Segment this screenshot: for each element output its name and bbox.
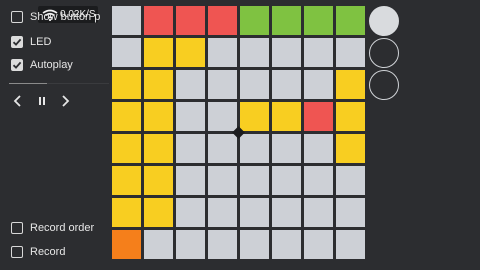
pad-r8-c3[interactable]: [176, 230, 205, 259]
pad-r4-c2[interactable]: [144, 102, 173, 131]
pad-r3-c7[interactable]: [304, 70, 333, 99]
pad-r2-c4[interactable]: [208, 38, 237, 67]
pad-r6-c8[interactable]: [336, 166, 365, 195]
pad-r5-c1[interactable]: [112, 134, 141, 163]
pad-r7-c2[interactable]: [144, 198, 173, 227]
pad-r4-c6[interactable]: [272, 102, 301, 131]
pad-r5-c8[interactable]: [336, 134, 365, 163]
pad-r6-c1[interactable]: [112, 166, 141, 195]
pad-r1-c4[interactable]: [208, 6, 237, 35]
pad-r3-c3[interactable]: [176, 70, 205, 99]
pad-r8-c6[interactable]: [272, 230, 301, 259]
pad-r2-c1[interactable]: [112, 38, 141, 67]
pad-r3-c6[interactable]: [272, 70, 301, 99]
led-checkbox[interactable]: [11, 36, 23, 48]
pad-r6-c5[interactable]: [240, 166, 269, 195]
pause-icon: [39, 97, 45, 105]
pad-r5-c3[interactable]: [176, 134, 205, 163]
autoplay-option[interactable]: Autoplay: [11, 59, 73, 71]
pad-r6-c2[interactable]: [144, 166, 173, 195]
previous-button[interactable]: [11, 94, 25, 108]
pad-r8-c5[interactable]: [240, 230, 269, 259]
pad-r1-c7[interactable]: [304, 6, 333, 35]
pad-r2-c3[interactable]: [176, 38, 205, 67]
pad-r4-c3[interactable]: [176, 102, 205, 131]
pad-r2-c6[interactable]: [272, 38, 301, 67]
record-order-label: Record order: [30, 222, 95, 234]
pad-r7-c6[interactable]: [272, 198, 301, 227]
checkmark-icon: [12, 38, 22, 46]
show-button-press-checkbox[interactable]: [11, 11, 23, 23]
chevron-left-icon: [13, 95, 21, 107]
pad-r8-c7[interactable]: [304, 230, 333, 259]
autoplay-label: Autoplay: [30, 59, 73, 71]
pad-r7-c1[interactable]: [112, 198, 141, 227]
record-order-checkbox[interactable]: [11, 222, 23, 234]
pad-r3-c1[interactable]: [112, 70, 141, 99]
pad-r1-c8[interactable]: [336, 6, 365, 35]
pad-r7-c8[interactable]: [336, 198, 365, 227]
pad-r4-c8[interactable]: [336, 102, 365, 131]
pad-r5-c4[interactable]: [208, 134, 237, 163]
pad-r7-c7[interactable]: [304, 198, 333, 227]
pad-r1-c6[interactable]: [272, 6, 301, 35]
side-round-button-3[interactable]: [369, 70, 399, 100]
pad-r5-c6[interactable]: [272, 134, 301, 163]
pad-r6-c6[interactable]: [272, 166, 301, 195]
pad-r3-c5[interactable]: [240, 70, 269, 99]
pad-r6-c4[interactable]: [208, 166, 237, 195]
pad-r1-c5[interactable]: [240, 6, 269, 35]
pad-r8-c2[interactable]: [144, 230, 173, 259]
pad-r4-c1[interactable]: [112, 102, 141, 131]
pad-r3-c4[interactable]: [208, 70, 237, 99]
chevron-right-icon: [62, 95, 70, 107]
pad-r2-c8[interactable]: [336, 38, 365, 67]
pad-r1-c2[interactable]: [144, 6, 173, 35]
pad-r4-c4[interactable]: [208, 102, 237, 131]
show-button-press-option[interactable]: Show button press: [11, 11, 100, 23]
playback-progress-fill: [9, 83, 47, 84]
show-button-press-label: Show button press: [30, 11, 100, 23]
playback-progress-bar[interactable]: [9, 83, 109, 84]
pad-r2-c5[interactable]: [240, 38, 269, 67]
pad-r1-c1[interactable]: [112, 6, 141, 35]
pad-r6-c3[interactable]: [176, 166, 205, 195]
side-round-button-2[interactable]: [369, 38, 399, 68]
pad-r8-c8[interactable]: [336, 230, 365, 259]
pad-r2-c7[interactable]: [304, 38, 333, 67]
pad-r6-c7[interactable]: [304, 166, 333, 195]
record-label: Record: [30, 246, 66, 258]
record-option[interactable]: Record: [11, 246, 65, 258]
record-checkbox[interactable]: [11, 246, 23, 258]
pad-r3-c2[interactable]: [144, 70, 173, 99]
led-option[interactable]: LED: [11, 36, 51, 48]
pad-r4-c5[interactable]: [240, 102, 269, 131]
pad-r3-c8[interactable]: [336, 70, 365, 99]
pause-button[interactable]: [35, 94, 49, 108]
pad-r1-c3[interactable]: [176, 6, 205, 35]
pad-r7-c3[interactable]: [176, 198, 205, 227]
side-round-button-1[interactable]: [369, 6, 399, 36]
pad-r7-c5[interactable]: [240, 198, 269, 227]
autoplay-checkbox[interactable]: [11, 59, 23, 71]
checkmark-icon: [12, 61, 22, 69]
next-button[interactable]: [58, 94, 72, 108]
pad-r5-c7[interactable]: [304, 134, 333, 163]
pad-r5-c2[interactable]: [144, 134, 173, 163]
pad-r8-c4[interactable]: [208, 230, 237, 259]
pad-r8-c1[interactable]: [112, 230, 141, 259]
pad-r2-c2[interactable]: [144, 38, 173, 67]
record-order-option[interactable]: Record order: [11, 222, 94, 234]
pad-r7-c4[interactable]: [208, 198, 237, 227]
pad-r5-c5[interactable]: [240, 134, 269, 163]
pad-r4-c7[interactable]: [304, 102, 333, 131]
led-label: LED: [30, 36, 52, 48]
